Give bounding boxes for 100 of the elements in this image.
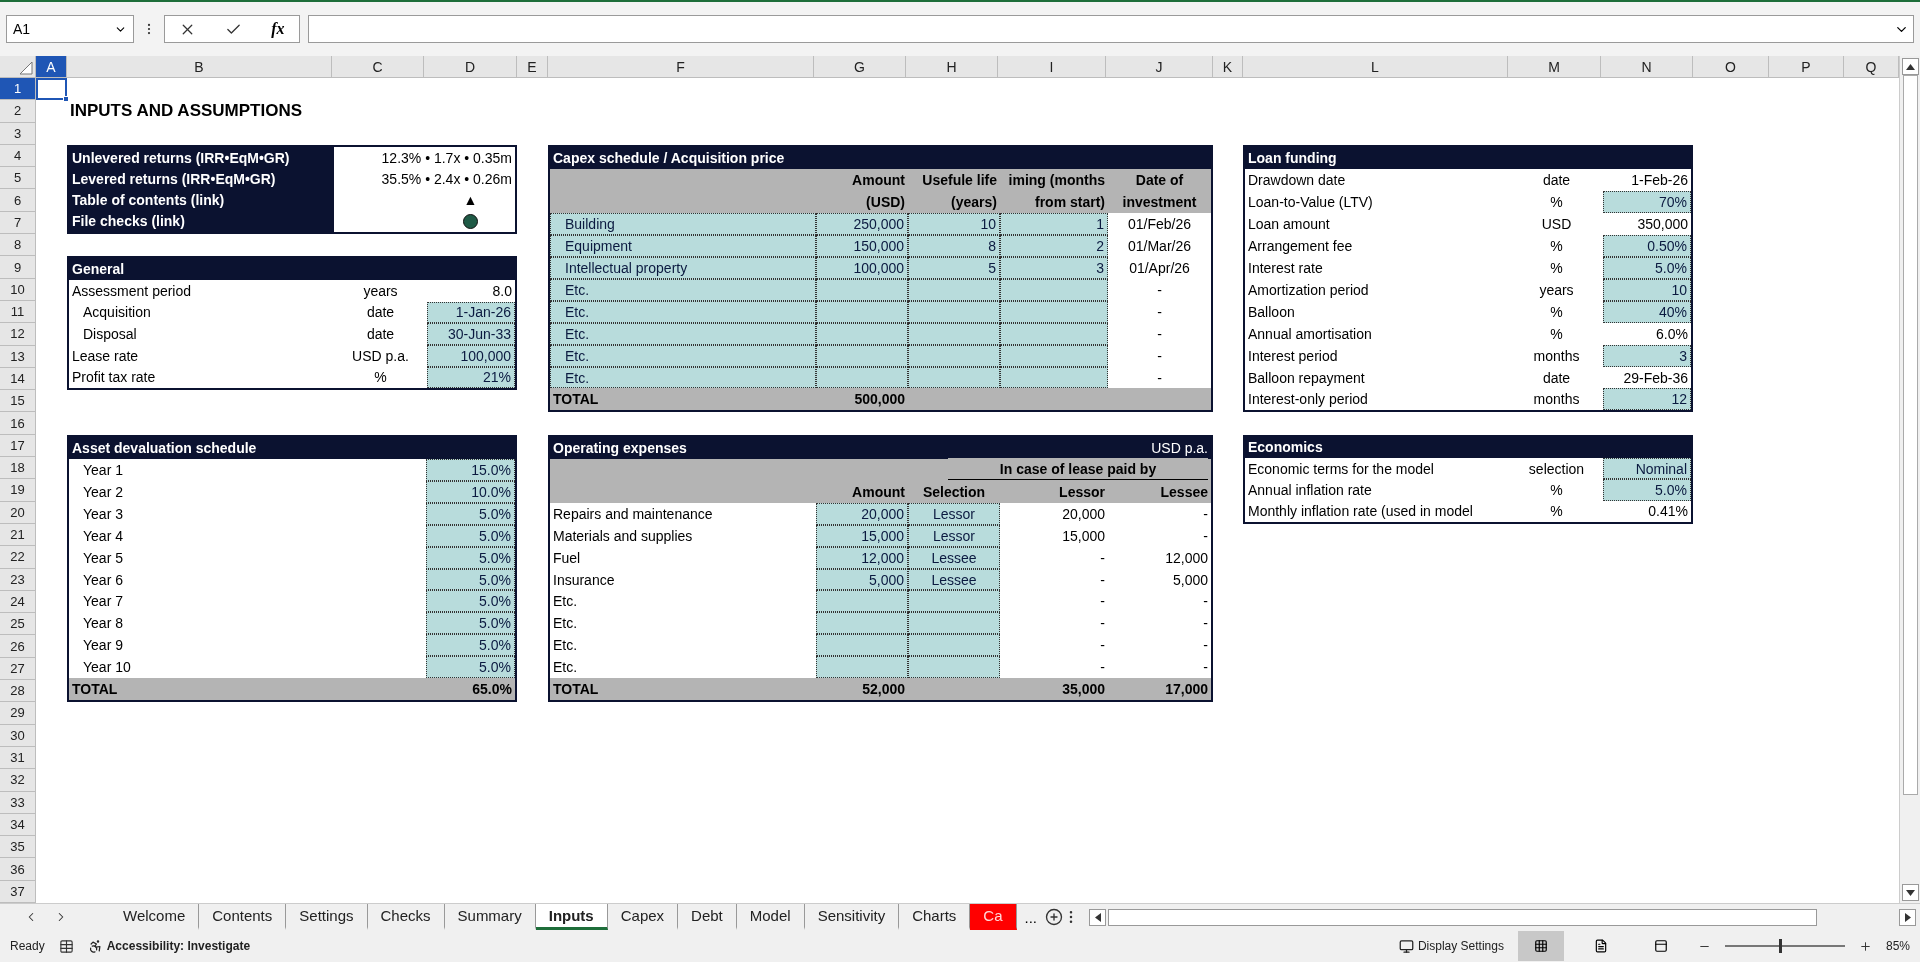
zoom-in-icon[interactable] [1858,939,1872,953]
input-cell[interactable]: Equipment [550,234,816,257]
input-cell[interactable]: 70% [1603,190,1691,213]
sheet-tab[interactable]: Inputs [535,904,608,930]
input-cell[interactable]: 8 [908,234,1000,257]
input-cell[interactable]: Etc. [550,278,816,301]
row-header[interactable]: 11 [0,300,36,324]
row-header[interactable]: 35 [0,836,36,859]
input-cell[interactable]: 5.0% [426,656,515,679]
row-header[interactable]: 28 [0,680,36,703]
row-header[interactable]: 23 [0,568,36,591]
input-cell[interactable]: 5.0% [426,634,515,657]
input-cell[interactable]: Lessor [908,524,1000,547]
input-cell[interactable]: 1 [1000,212,1108,235]
input-cell[interactable]: 3 [1000,256,1108,279]
input-cell[interactable]: 5.0% [426,524,515,547]
column-header[interactable]: D [424,56,517,78]
row-header[interactable]: 1 [0,78,36,101]
input-cell[interactable]: 3 [1603,344,1691,367]
row-header[interactable]: 20 [0,501,36,524]
input-cell[interactable]: 150,000 [816,234,908,257]
input-cell[interactable] [1000,278,1108,301]
row-header[interactable]: 25 [0,613,36,636]
caret-icon[interactable] [1904,912,1911,922]
column-header[interactable]: A [36,56,67,78]
input-cell[interactable]: Nominal [1603,458,1691,480]
input-cell[interactable]: 5,000 [816,568,908,591]
column-header[interactable]: P [1769,56,1844,78]
column-header[interactable]: G [814,56,906,78]
row-header[interactable]: 26 [0,635,36,658]
scroll-left-button[interactable] [1089,908,1107,926]
input-cell[interactable]: 0.50% [1603,234,1691,257]
input-cell[interactable]: 21% [427,366,515,389]
row-header[interactable]: 7 [0,211,36,235]
scroll-down-button[interactable] [1901,884,1919,901]
input-cell[interactable] [908,612,1000,635]
input-cell[interactable]: 1-Jan-26 [427,301,515,324]
row-label[interactable]: Table of contents (link) [69,189,334,211]
row-header[interactable]: 10 [0,278,36,301]
input-cell[interactable] [908,300,1000,323]
input-cell[interactable] [816,322,908,345]
row-header[interactable]: 2 [0,100,36,123]
table-icon[interactable] [58,938,74,954]
input-cell[interactable]: 12,000 [816,546,908,569]
row-header[interactable]: 32 [0,769,36,792]
input-cell[interactable] [1000,300,1108,323]
input-cell[interactable] [908,322,1000,345]
column-header[interactable]: F [548,56,814,78]
input-cell[interactable] [908,366,1000,389]
column-header[interactable]: E [517,56,548,78]
input-cell[interactable]: 15,000 [816,524,908,547]
caret-icon[interactable] [1905,889,1915,896]
column-header[interactable]: M [1508,56,1601,78]
input-cell[interactable]: Etc. [550,366,816,389]
row-header[interactable]: 14 [0,367,36,391]
input-cell[interactable]: 5.0% [1603,256,1691,279]
column-header[interactable]: J [1106,56,1213,78]
input-cell[interactable]: 250,000 [816,212,908,235]
row-header[interactable]: 6 [0,189,36,212]
more-tabs[interactable]: ... [1016,904,1046,930]
input-cell[interactable]: 20,000 [816,502,908,525]
grid-icon[interactable] [1533,939,1548,953]
column-header[interactable]: H [906,56,998,78]
page-icon[interactable] [1593,939,1608,953]
input-cell[interactable] [816,344,908,367]
input-cell[interactable] [1000,322,1108,345]
row-header[interactable]: 9 [0,256,36,279]
input-cell[interactable] [908,590,1000,613]
input-cell[interactable]: Etc. [550,300,816,323]
triangle-icon[interactable] [19,61,33,75]
row-header[interactable]: 13 [0,345,36,368]
display-settings-button[interactable]: Display Settings [1398,938,1504,954]
input-cell[interactable]: 15.0% [426,458,515,481]
row-header[interactable]: 24 [0,590,36,614]
input-cell[interactable]: Lessor [908,502,1000,525]
row-header[interactable]: 33 [0,791,36,814]
input-cell[interactable] [908,656,1000,679]
insert-function-button[interactable]: fx [271,20,285,38]
input-cell[interactable]: 100,000 [427,344,515,367]
caret-icon[interactable] [1905,63,1915,70]
input-cell[interactable]: 5.0% [426,568,515,591]
input-cell[interactable]: 5.0% [426,612,515,635]
monitor-icon[interactable] [1398,938,1414,954]
row-header[interactable]: 29 [0,702,36,725]
row-header[interactable]: 22 [0,546,36,569]
input-cell[interactable] [816,590,908,613]
input-cell[interactable] [908,344,1000,367]
column-header[interactable]: O [1693,56,1769,78]
row-header[interactable]: 21 [0,523,36,547]
input-cell[interactable]: Building [550,212,816,235]
input-cell[interactable]: 5.0% [426,502,515,525]
row-header[interactable]: 18 [0,457,36,480]
panel-icon[interactable] [1653,939,1668,953]
input-cell[interactable]: Lessee [908,546,1000,569]
row-header[interactable]: 12 [0,323,36,346]
input-cell[interactable]: Lessee [908,568,1000,591]
status-dot[interactable] [463,213,478,229]
input-cell[interactable]: Etc. [550,322,816,345]
input-cell[interactable] [816,366,908,389]
row-header[interactable]: 37 [0,880,36,903]
